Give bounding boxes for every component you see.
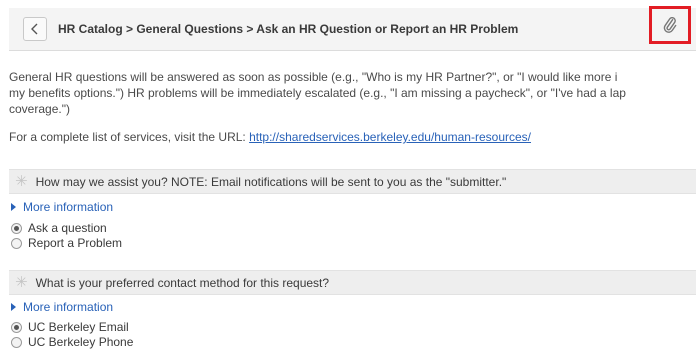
radio-label: UC Berkeley Email bbox=[28, 320, 129, 334]
intro-line: General HR questions will be answered as… bbox=[9, 70, 618, 84]
radio-ask-question[interactable]: Ask a question bbox=[11, 221, 107, 235]
radio-label: Ask a question bbox=[28, 221, 107, 235]
radio-label: Report a Problem bbox=[28, 236, 123, 250]
question-header-assist: ✳ How may we assist you? NOTE: Email not… bbox=[9, 169, 696, 194]
more-information-label: More information bbox=[23, 200, 114, 214]
attachment-button[interactable] bbox=[649, 6, 691, 44]
triangle-right-icon bbox=[11, 303, 16, 311]
more-information-toggle[interactable]: More information bbox=[11, 300, 113, 314]
services-note: For a complete list of services, visit t… bbox=[9, 129, 531, 145]
more-information-toggle[interactable]: More information bbox=[11, 200, 113, 214]
question-label: How may we assist you? NOTE: Email notif… bbox=[35, 174, 507, 189]
radio-button-selected[interactable] bbox=[11, 222, 22, 234]
radio-report-problem[interactable]: Report a Problem bbox=[11, 236, 122, 250]
intro-description: General HR questions will be answered as… bbox=[9, 69, 626, 117]
radio-button-selected[interactable] bbox=[11, 321, 22, 333]
question-header-contact: ✳ What is your preferred contact method … bbox=[9, 270, 696, 295]
chevron-left-icon bbox=[31, 23, 38, 35]
required-asterisk-icon: ✳ bbox=[15, 274, 28, 291]
radio-button[interactable] bbox=[11, 336, 22, 348]
radio-ucb-phone[interactable]: UC Berkeley Phone bbox=[11, 335, 133, 349]
required-asterisk-icon: ✳ bbox=[15, 173, 28, 190]
intro-line: coverage.") bbox=[9, 102, 70, 116]
intro-line: my benefits options.") HR problems will … bbox=[9, 86, 626, 100]
question-label: What is your preferred contact method fo… bbox=[35, 275, 330, 290]
radio-ucb-email[interactable]: UC Berkeley Email bbox=[11, 320, 129, 334]
services-prefix: For a complete list of services, visit t… bbox=[9, 130, 250, 144]
paperclip-icon bbox=[663, 17, 677, 33]
services-link[interactable]: http://sharedservices.berkeley.edu/human… bbox=[249, 130, 531, 144]
more-information-label: More information bbox=[23, 300, 114, 314]
radio-label: UC Berkeley Phone bbox=[28, 335, 134, 349]
breadcrumb: HR Catalog > General Questions > Ask an … bbox=[58, 22, 519, 36]
catalog-item-page: HR Catalog > General Questions > Ask an … bbox=[9, 6, 696, 349]
back-button[interactable] bbox=[23, 17, 47, 41]
header-bar: HR Catalog > General Questions > Ask an … bbox=[9, 6, 696, 51]
triangle-right-icon bbox=[11, 203, 16, 211]
radio-button[interactable] bbox=[11, 237, 22, 249]
